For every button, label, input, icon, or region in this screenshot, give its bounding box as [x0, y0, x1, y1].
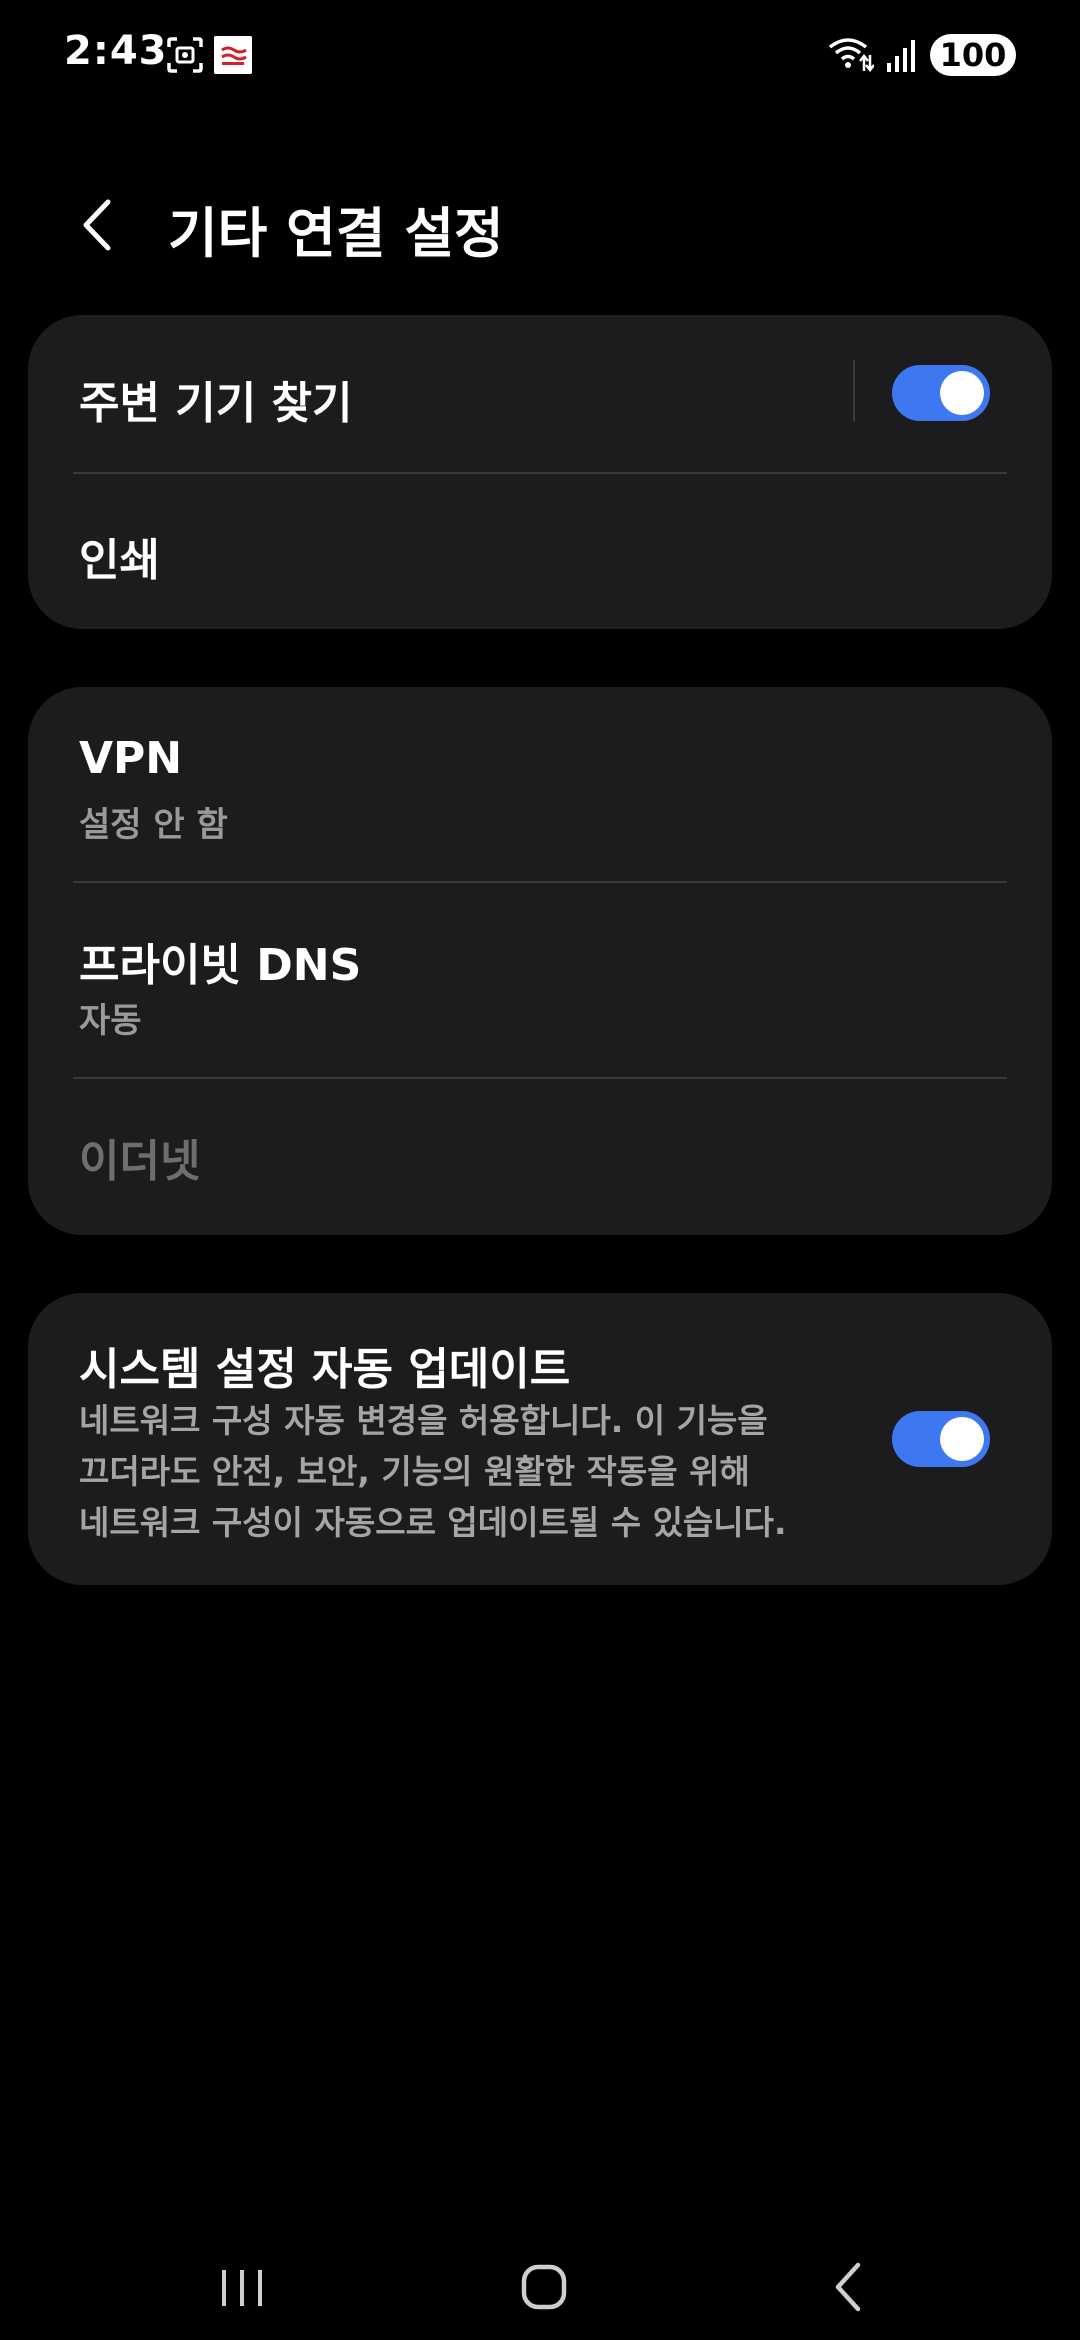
row-printing[interactable]: 인쇄: [28, 474, 1052, 629]
home-icon: [521, 2264, 567, 2310]
description-line: 끄더라도 안전, 보안, 기능의 원활한 작동을 위해: [79, 1452, 750, 1491]
screenshot-icon: [167, 37, 203, 73]
signal-icon: [887, 40, 915, 72]
status-bar: 2:43 100: [0, 0, 1080, 110]
settings-card-2: VPN 설정 안 함 프라이빗 DNS 자동 이더넷: [28, 687, 1052, 1235]
recent-apps-button[interactable]: [202, 2250, 282, 2320]
app-header: 기타 연결 설정: [0, 175, 1080, 275]
wifi-icon: [828, 38, 874, 73]
row-title: 이더넷: [79, 1136, 201, 1187]
row-private-dns[interactable]: 프라이빗 DNS 자동: [28, 883, 1052, 1077]
row-description: 네트워크 구성 자동 변경을 허용합니다. 이 기능을 끄더라도 안전, 보안,…: [79, 1395, 849, 1548]
row-subtitle: 자동: [79, 1001, 142, 1041]
description-line: 네트워크 구성이 자동으로 업데이트될 수 있습니다.: [79, 1503, 787, 1542]
row-title: VPN: [79, 733, 183, 784]
chevron-left-icon: [83, 199, 111, 251]
row-nearby-device-scanning[interactable]: 주변 기기 찾기: [28, 315, 1052, 473]
back-button[interactable]: [70, 190, 130, 260]
settings-card-3: 시스템 설정 자동 업데이트 네트워크 구성 자동 변경을 허용합니다. 이 기…: [28, 1293, 1052, 1585]
description-line: 네트워크 구성 자동 변경을 허용합니다. 이 기능을: [79, 1401, 768, 1440]
toggle-knob: [940, 371, 984, 415]
row-title: 주변 기기 찾기: [79, 378, 353, 429]
back-icon: [835, 2262, 861, 2312]
nav-back-button[interactable]: [806, 2250, 886, 2320]
status-time: 2:43: [64, 28, 168, 74]
auto-update-toggle[interactable]: [892, 1411, 990, 1467]
row-vpn[interactable]: VPN 설정 안 함: [28, 687, 1052, 882]
settings-card-1: 주변 기기 찾기 인쇄: [28, 315, 1052, 629]
row-subtitle: 설정 안 함: [79, 805, 228, 845]
app-notification-icon: [214, 36, 252, 74]
status-right-icons: 100: [828, 30, 1016, 80]
vertical-divider: [853, 360, 855, 422]
navigation-bar: [0, 2220, 1080, 2340]
toggle-knob: [940, 1417, 984, 1461]
nearby-device-toggle[interactable]: [892, 365, 990, 421]
page-title: 기타 연결 설정: [168, 202, 504, 265]
row-title: 프라이빗 DNS: [79, 940, 362, 991]
row-auto-update-system-settings[interactable]: 시스템 설정 자동 업데이트 네트워크 구성 자동 변경을 허용합니다. 이 기…: [28, 1293, 1052, 1585]
battery-icon: 100: [930, 34, 1016, 76]
row-title: 인쇄: [79, 535, 160, 586]
row-title: 시스템 설정 자동 업데이트: [79, 1344, 571, 1395]
recent-apps-icon: [222, 2270, 262, 2306]
row-ethernet: 이더넷: [28, 1079, 1052, 1235]
home-button[interactable]: [504, 2250, 584, 2320]
